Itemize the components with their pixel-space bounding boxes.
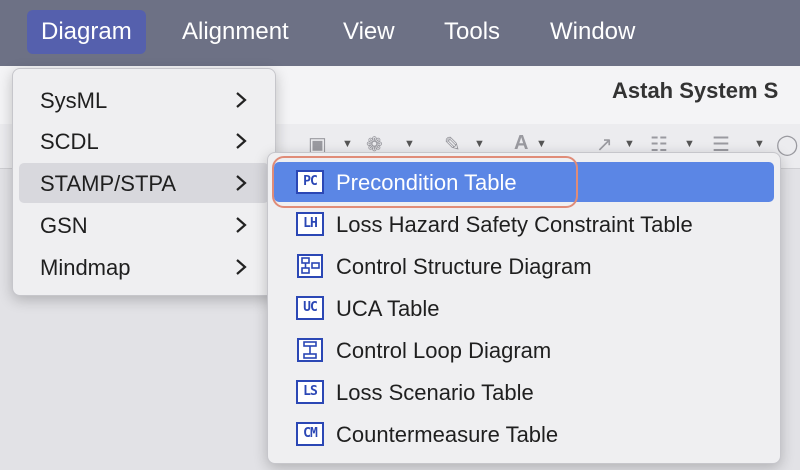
diagram-dropdown-menu: SysML SCDL STAMP/STPA GSN Mindmap — [12, 68, 276, 296]
menu-window[interactable]: Window — [536, 10, 649, 54]
chevron-down-icon[interactable]: ▼ — [342, 138, 353, 150]
chevron-down-icon[interactable]: ▼ — [684, 138, 695, 150]
chevron-right-icon — [236, 133, 247, 149]
menu-item-label: Countermeasure Table — [336, 422, 559, 447]
menu-item-label: GSN — [40, 213, 88, 238]
menu-item-label: Loss Scenario Table — [336, 380, 534, 405]
menu-alignment[interactable]: Alignment — [168, 10, 303, 54]
menu-item-sysml[interactable]: SysML — [19, 80, 269, 120]
menu-item-stamp-stpa[interactable]: STAMP/STPA — [19, 163, 269, 203]
highlight-annotation — [272, 156, 578, 208]
menu-item-scdl[interactable]: SCDL — [19, 121, 269, 161]
menu-item-uca-table[interactable]: UC UCA Table — [274, 288, 774, 328]
zoom-tool-icon[interactable]: ◯ — [776, 132, 798, 157]
menu-item-gsn[interactable]: GSN — [19, 205, 269, 245]
chevron-right-icon — [236, 175, 247, 191]
menu-item-label: Mindmap — [40, 255, 131, 280]
loss-hazard-table-icon: LH — [296, 212, 324, 236]
uca-table-icon: UC — [296, 296, 324, 320]
menu-item-label: Control Structure Diagram — [336, 254, 592, 279]
chevron-down-icon[interactable]: ▼ — [754, 138, 765, 150]
menu-item-label: UCA Table — [336, 296, 440, 321]
menu-item-loss-scenario-table[interactable]: LS Loss Scenario Table — [274, 372, 774, 412]
chevron-down-icon[interactable]: ▼ — [536, 138, 547, 150]
menu-item-loss-hazard-table[interactable]: LH Loss Hazard Safety Constraint Table — [274, 204, 774, 244]
menu-item-control-loop-diagram[interactable]: Control Loop Diagram — [274, 330, 774, 370]
menu-item-label: Loss Hazard Safety Constraint Table — [336, 212, 693, 237]
chevron-down-icon[interactable]: ▼ — [404, 138, 415, 150]
chevron-right-icon — [236, 259, 247, 275]
control-structure-icon — [297, 254, 323, 278]
menu-tools[interactable]: Tools — [430, 10, 514, 54]
chevron-right-icon — [236, 217, 247, 233]
chevron-down-icon[interactable]: ▼ — [624, 138, 635, 150]
menu-bar: Diagram Alignment View Tools Window — [0, 0, 800, 66]
menu-item-control-structure-diagram[interactable]: Control Structure Diagram — [274, 246, 774, 286]
countermeasure-table-icon: CM — [296, 422, 324, 446]
chevron-right-icon — [236, 92, 247, 108]
menu-view[interactable]: View — [329, 10, 409, 54]
menu-diagram[interactable]: Diagram — [27, 10, 146, 54]
menu-item-mindmap[interactable]: Mindmap — [19, 247, 269, 287]
menu-item-label: STAMP/STPA — [40, 171, 177, 196]
app-title: Astah System S — [612, 78, 779, 103]
menu-item-label: SCDL — [40, 129, 99, 154]
chevron-down-icon[interactable]: ▼ — [474, 138, 485, 150]
control-loop-icon — [297, 338, 323, 362]
menu-item-countermeasure-table[interactable]: CM Countermeasure Table — [274, 414, 774, 454]
loss-scenario-table-icon: LS — [296, 380, 324, 404]
menu-item-label: SysML — [40, 88, 108, 113]
menu-item-label: Control Loop Diagram — [336, 338, 552, 363]
